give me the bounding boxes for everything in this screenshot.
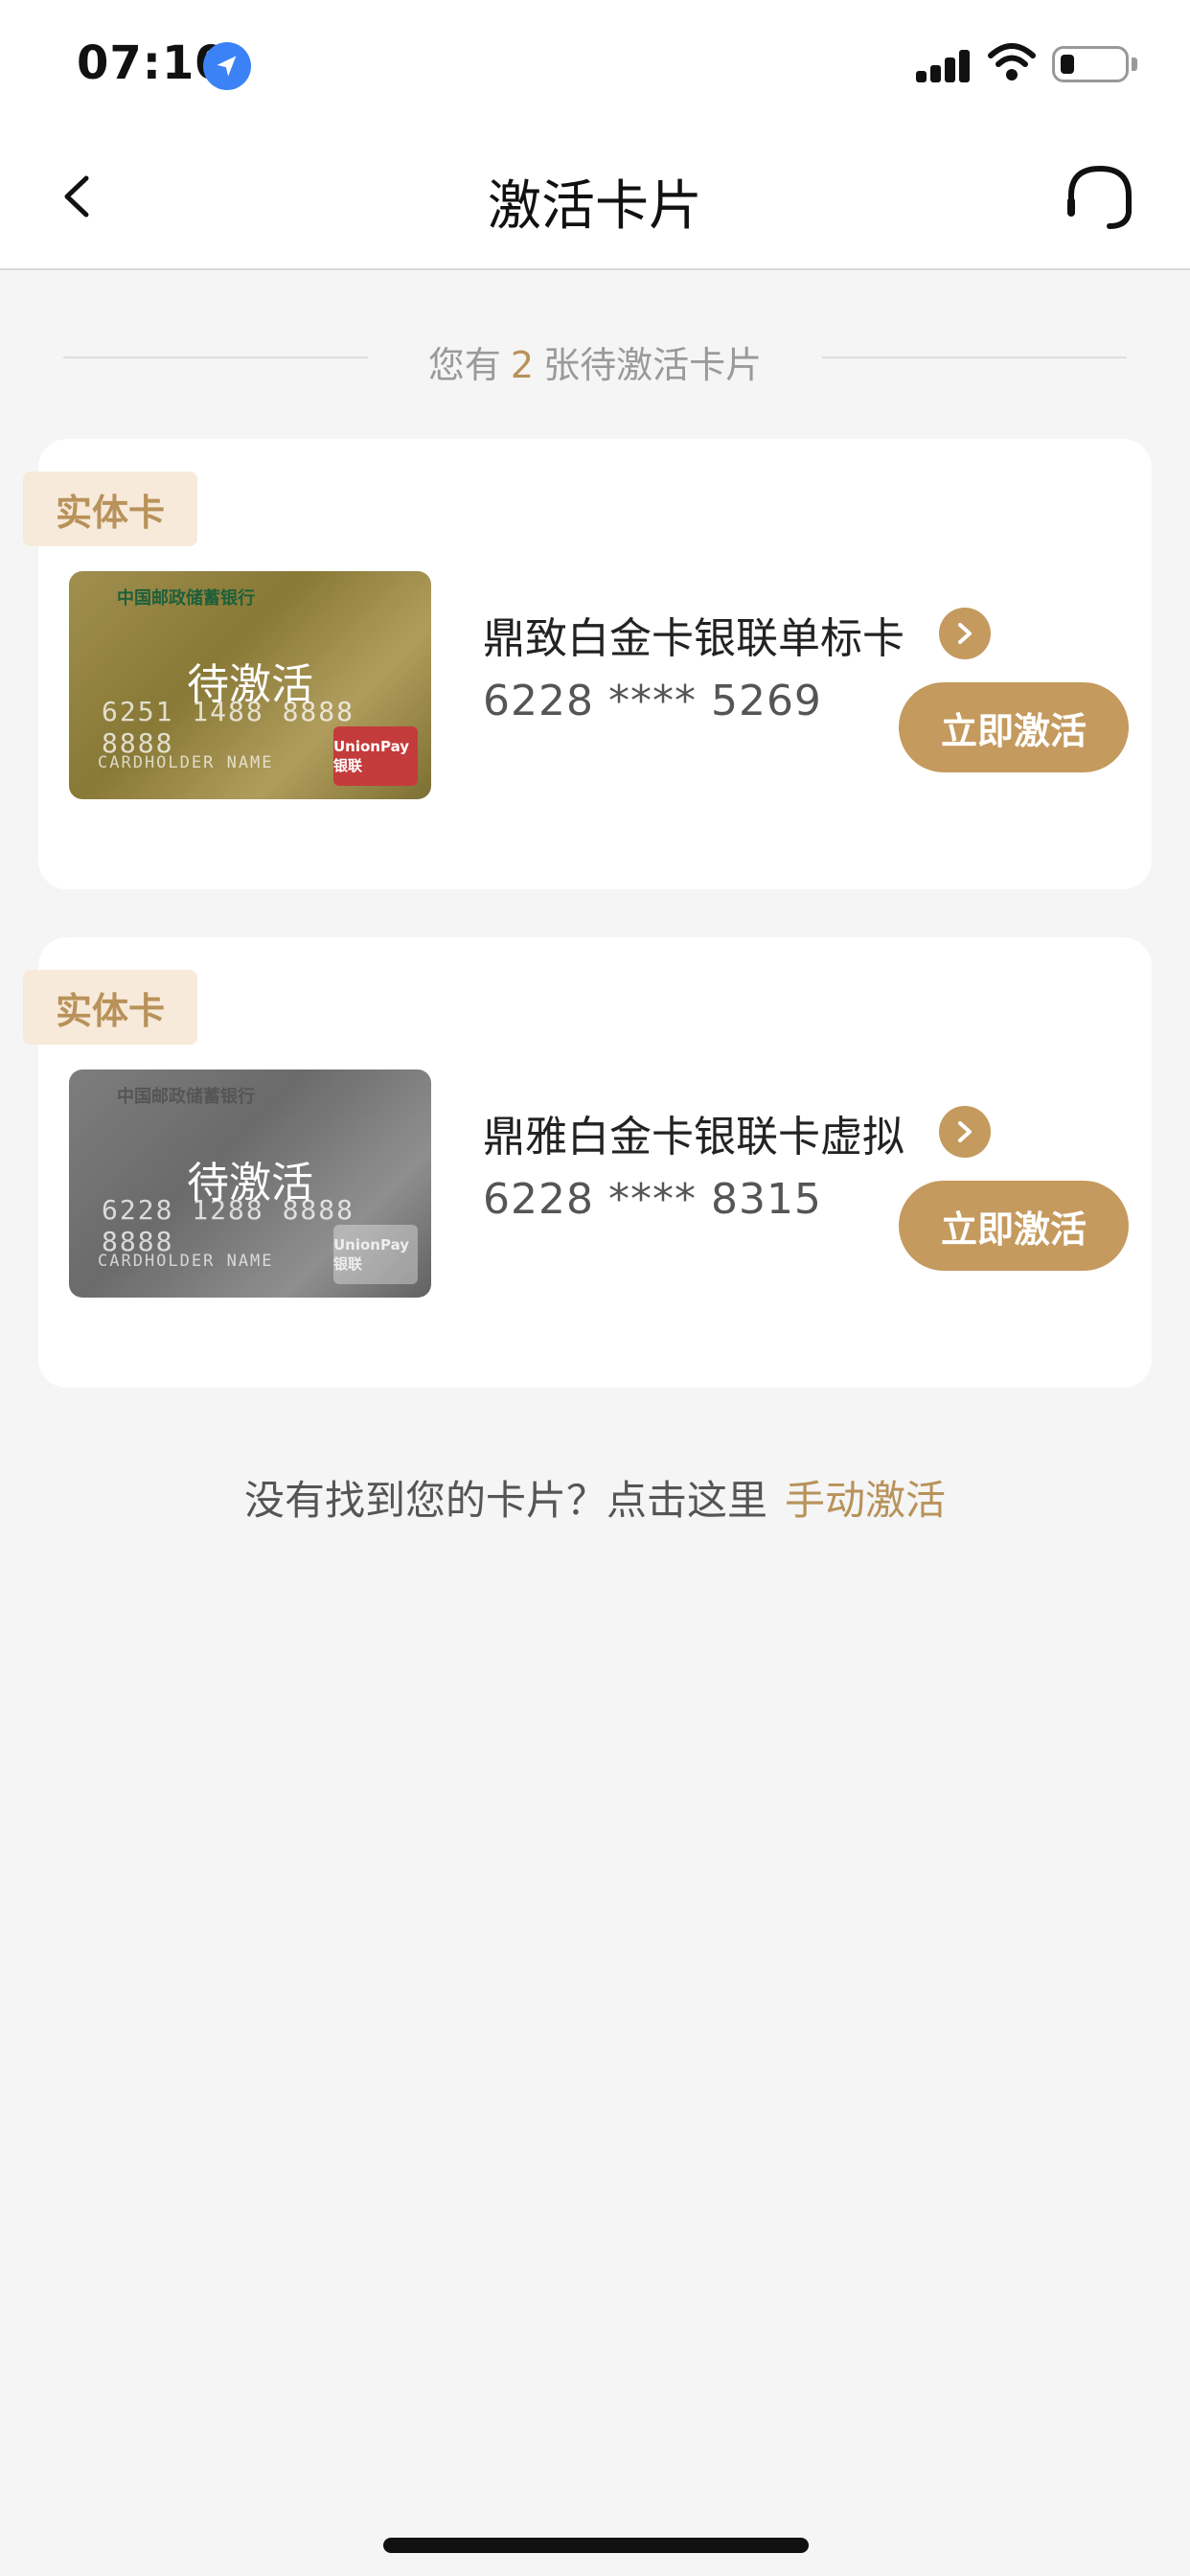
- page-title: 激活卡片: [488, 175, 702, 238]
- card-image[interactable]: 中国邮政储蓄银行 6228 1288 8888 8888 CARDHOLDER …: [69, 1070, 431, 1298]
- card-bank-name: 中国邮政储蓄银行: [117, 1087, 255, 1107]
- wifi-icon: [988, 43, 1036, 80]
- card-status: 待激活: [187, 660, 313, 709]
- card-number: 6228 **** 8315: [483, 1175, 822, 1224]
- home-indicator[interactable]: [383, 2538, 809, 2553]
- card-type-tag: 实体卡: [23, 970, 197, 1045]
- location-arrow-icon: [203, 42, 251, 90]
- activate-button[interactable]: 立即激活: [899, 1181, 1129, 1271]
- card-name[interactable]: 鼎雅白金卡银联卡虚拟: [483, 1102, 904, 1163]
- chevron-right-icon[interactable]: [939, 1106, 991, 1158]
- card-type-tag: 实体卡: [23, 472, 197, 546]
- chevron-right-icon[interactable]: [939, 608, 991, 659]
- summary-prefix: 您有: [427, 344, 501, 386]
- card-bank-name: 中国邮政储蓄银行: [117, 588, 255, 609]
- card-face-holder: CARDHOLDER NAME: [98, 753, 274, 772]
- card-item: 实体卡 中国邮政储蓄银行 6228 1288 8888 8888 CARDHOL…: [23, 937, 1152, 1388]
- summary-suffix: 张待激活卡片: [543, 344, 763, 386]
- headset-icon[interactable]: [1064, 163, 1136, 232]
- activate-button[interactable]: 立即激活: [899, 682, 1129, 772]
- unionpay-logo: UnionPay 银联: [333, 726, 418, 786]
- card-image[interactable]: 中国邮政储蓄银行 6251 1488 8888 8888 CARDHOLDER …: [69, 571, 431, 799]
- pending-count: 2: [510, 344, 535, 386]
- card-number: 6228 **** 5269: [483, 677, 822, 725]
- footer-text: 没有找到您的卡片？点击这里: [243, 1477, 767, 1524]
- battery-icon: [1052, 46, 1137, 82]
- card-status: 待激活: [187, 1159, 313, 1208]
- card-face-holder: CARDHOLDER NAME: [98, 1252, 274, 1271]
- manual-activation-prompt: 没有找到您的卡片？点击这里 手动激活: [0, 1468, 1190, 1527]
- unionpay-logo: UnionPay 银联: [333, 1225, 418, 1284]
- manual-activate-link[interactable]: 手动激活: [785, 1477, 946, 1524]
- card-name[interactable]: 鼎致白金卡银联单标卡: [483, 604, 904, 665]
- pending-summary: 您有 2 张待激活卡片: [0, 335, 1190, 388]
- signal-icon: [916, 48, 972, 82]
- top-bar: 07:10 激活卡片: [0, 0, 1190, 270]
- card-item: 实体卡 中国邮政储蓄银行 6251 1488 8888 8888 CARDHOL…: [23, 439, 1152, 889]
